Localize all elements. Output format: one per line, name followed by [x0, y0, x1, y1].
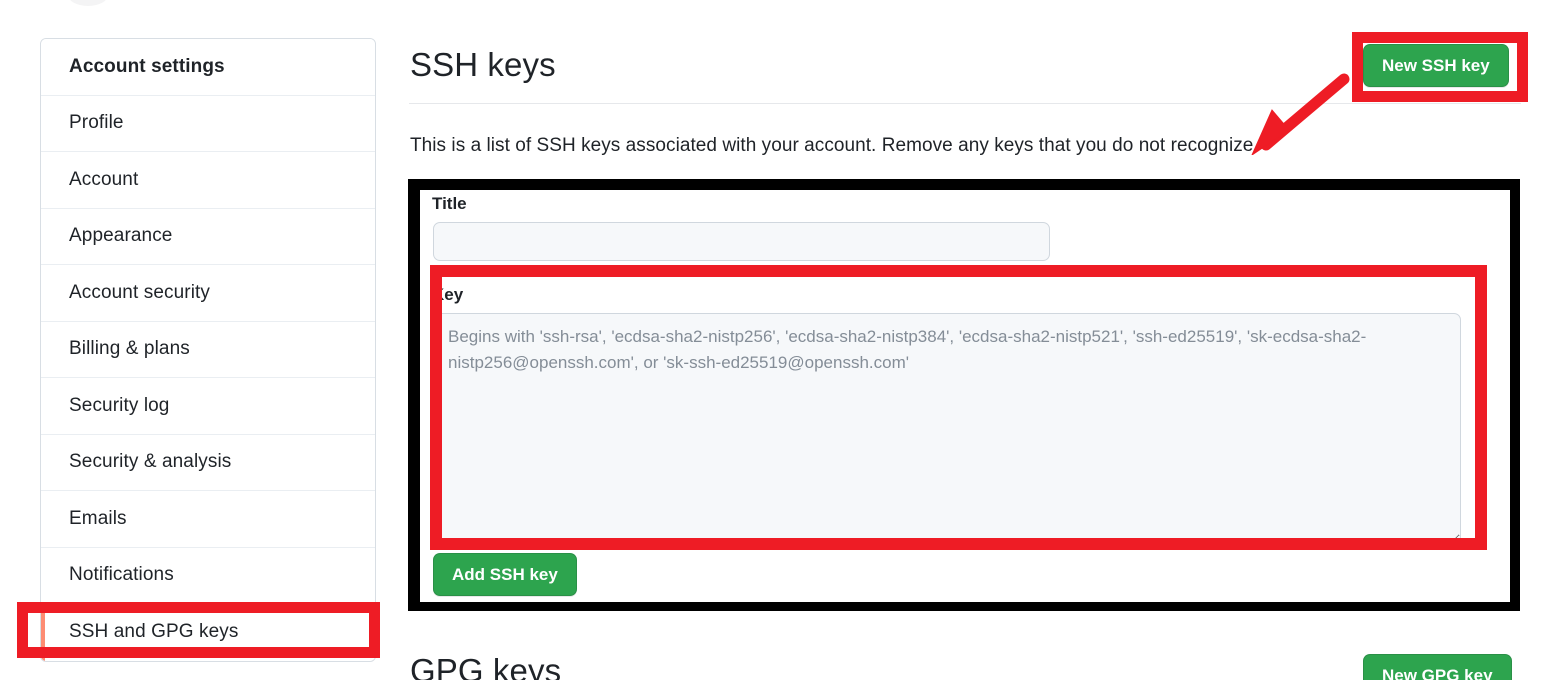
- sidebar-item-label: Notifications: [69, 564, 174, 586]
- sidebar-item-label: Security log: [69, 394, 170, 416]
- sidebar-item-security-log[interactable]: Security log: [41, 378, 375, 435]
- main-content: SSH keys This is a list of SSH keys asso…: [409, 38, 1521, 157]
- title-field-label: Title: [432, 194, 467, 213]
- sidebar-item-label: Account security: [69, 281, 210, 303]
- title-input[interactable]: [433, 222, 1050, 261]
- sidebar-item-account[interactable]: Account: [41, 152, 375, 209]
- sidebar-item-label: Profile: [69, 112, 124, 134]
- new-gpg-key-button[interactable]: New GPG key: [1363, 654, 1512, 680]
- gpg-keys-title: GPG keys: [410, 652, 562, 680]
- sidebar-item-label: SSH and GPG keys: [69, 621, 239, 643]
- add-ssh-key-button[interactable]: Add SSH key: [433, 553, 577, 596]
- new-ssh-key-button[interactable]: New SSH key: [1363, 44, 1509, 87]
- sidebar-item-profile[interactable]: Profile: [41, 95, 375, 152]
- sidebar-item-ssh-and-gpg-keys[interactable]: SSH and GPG keys: [41, 604, 375, 661]
- sidebar-item-label: Emails: [69, 507, 127, 529]
- account-settings-sidebar: Account settings Profile Account Appeara…: [40, 38, 376, 662]
- page-title: SSH keys: [410, 46, 556, 83]
- key-textarea[interactable]: [433, 313, 1461, 544]
- gpg-section-divider: [409, 622, 1521, 623]
- sidebar-item-label: Billing & plans: [69, 338, 190, 360]
- sidebar-item-label: Appearance: [69, 225, 173, 247]
- top-cutoff-element: [68, 0, 108, 6]
- sidebar-item-security-and-analysis[interactable]: Security & analysis: [41, 434, 375, 491]
- add-ssh-key-form: Title Key Add SSH key: [420, 190, 1510, 602]
- sidebar-item-label: Security & analysis: [69, 451, 232, 473]
- ssh-keys-description: This is a list of SSH keys associated wi…: [410, 135, 1259, 156]
- page-root: Account settings Profile Account Appeara…: [0, 0, 1544, 680]
- sidebar-item-account-security[interactable]: Account security: [41, 265, 375, 322]
- sidebar-item-billing-and-plans[interactable]: Billing & plans: [41, 321, 375, 378]
- key-field-label: Key: [432, 285, 464, 304]
- sidebar-item-emails[interactable]: Emails: [41, 491, 375, 548]
- sidebar-header: Account settings: [41, 39, 375, 96]
- sidebar-item-label: Account: [69, 168, 139, 190]
- sidebar-item-notifications[interactable]: Notifications: [41, 547, 375, 604]
- sidebar-header-label: Account settings: [69, 55, 225, 77]
- sidebar-item-appearance[interactable]: Appearance: [41, 208, 375, 265]
